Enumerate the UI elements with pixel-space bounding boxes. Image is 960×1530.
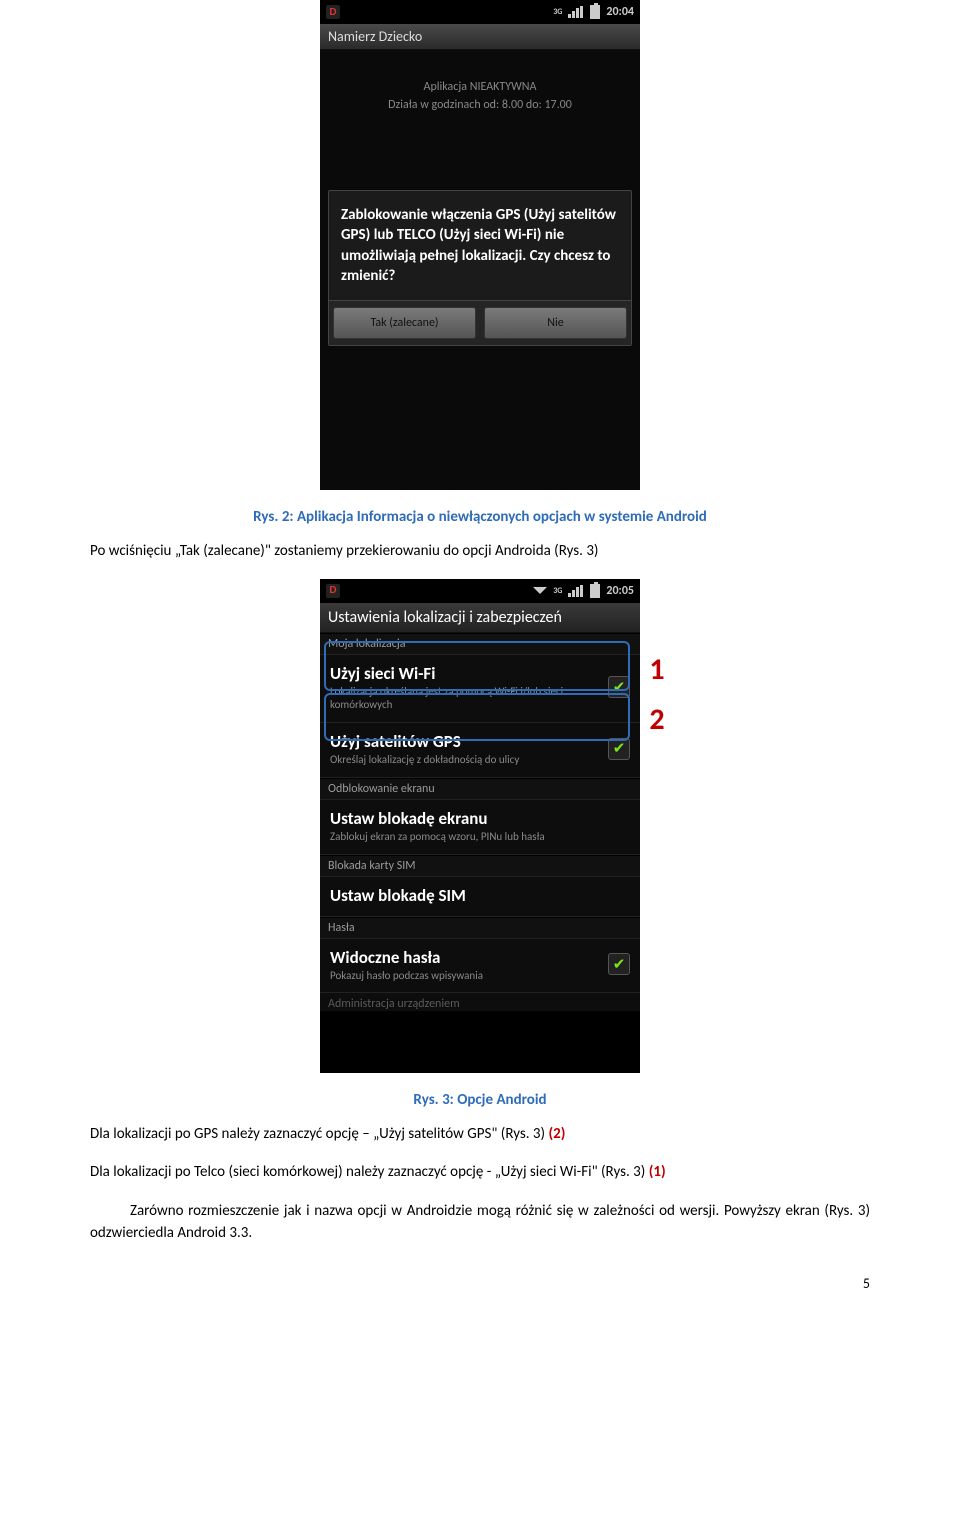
screenshot-settings: D 3G 20:05 Ustawienia lokalizacji i zabe… [320,579,640,1073]
alert-dialog: Zablokowanie włączenia GPS (Użyj satelit… [328,190,632,346]
screenshot-dialog: D 3G 20:04 Namierz Dziecko Aplikacja NIE… [320,0,640,490]
section-sim-lock: Blokada karty SIM [320,855,640,877]
figure-caption-3: Rys. 3: Opcje Android [0,1091,960,1109]
figure-caption-2: Rys. 2: Aplikacja Informacja o niewłączo… [0,508,960,526]
section-passwords: Hasła [320,917,640,939]
setting-simlock-title: Ustaw blokadę SIM [330,885,630,906]
status-time-2: 20:05 [606,584,634,598]
setting-screenlock-title: Ustaw blokadę ekranu [330,808,630,829]
para2a-text: Dla lokalizacji po GPS należy zaznaczyć … [90,1125,548,1143]
para2b-text: Dla lokalizacji po Telco (sieci komórkow… [90,1163,649,1181]
setting-visible-passwords[interactable]: Widoczne hasła Pokazuj hasło podczas wpi… [320,939,640,994]
setting-screenlock-sub: Zablokuj ekran za pomocą wzoru, PINu lub… [330,830,630,844]
status-time: 20:04 [606,5,634,19]
inactive-line-2: Działa w godzinach od: 8.00 do: 17.00 [320,96,640,114]
battery-icon [590,5,600,19]
status-bar: D 3G 20:04 [320,0,640,24]
network-3g-icon: 3G [553,587,562,595]
setting-wifi-title: Użyj sieci Wi-Fi [330,663,608,684]
setting-gps-title: Użyj satelitów GPS [330,731,608,752]
yes-button[interactable]: Tak (zalecane) [333,307,476,339]
para2a-red: (2) [548,1125,565,1143]
setting-use-wifi[interactable]: Użyj sieci Wi-Fi Lokalizacja określana j… [320,655,640,724]
settings-screen-title: Ustawienia lokalizacji i zabezpieczeń [320,603,640,633]
signal-icon [568,6,584,18]
status-bar-2: D 3G 20:05 [320,579,640,603]
dialog-message: Zablokowanie włączenia GPS (Użyj satelit… [329,191,631,300]
signal-icon [568,585,584,597]
setting-visiblepwd-title: Widoczne hasła [330,947,608,968]
app-title-bar: Namierz Dziecko [320,24,640,50]
app-icon: D [326,5,340,19]
checkbox-visible-passwords[interactable]: ✔ [608,953,630,975]
setting-gps-sub: Określaj lokalizację z dokładnością do u… [330,753,608,767]
setting-sim-lock[interactable]: Ustaw blokadę SIM [320,877,640,917]
paragraph-3: Zarówno rozmieszczenie jak i nazwa opcji… [90,1200,870,1245]
app-status-text: Aplikacja NIEAKTYWNA Działa w godzinach … [320,50,640,114]
no-button[interactable]: Nie [484,307,627,339]
page-number: 5 [90,1275,870,1292]
paragraph-2b: Dla lokalizacji po Telco (sieci komórkow… [90,1161,870,1184]
app-icon: D [326,584,340,598]
checkbox-wifi[interactable]: ✔ [608,676,630,698]
checkbox-gps[interactable]: ✔ [608,738,630,760]
para2b-red: (1) [649,1163,666,1181]
section-my-location: Moja lokalizacja [320,633,640,655]
section-device-admin: Administracja urządzeniem [320,993,640,1011]
setting-use-gps[interactable]: Użyj satelitów GPS Określaj lokalizację … [320,723,640,778]
annotation-label-2: 2 [640,701,674,738]
section-screen-unlock: Odblokowanie ekranu [320,778,640,800]
paragraph-2a: Dla lokalizacji po GPS należy zaznaczyć … [90,1123,870,1146]
setting-wifi-sub: Lokalizacja określana jest za pomocą Wi-… [330,685,608,713]
wifi-icon [533,587,547,594]
paragraph-1: Po wciśnięciu „Tak (zalecane)" zostaniem… [90,540,870,563]
setting-screen-lock[interactable]: Ustaw blokadę ekranu Zablokuj ekran za p… [320,800,640,855]
annotation-label-1: 1 [640,651,674,688]
inactive-line-1: Aplikacja NIEAKTYWNA [320,78,640,96]
network-3g-icon: 3G [553,8,562,16]
battery-icon [590,584,600,598]
setting-visiblepwd-sub: Pokazuj hasło podczas wpisywania [330,969,608,983]
